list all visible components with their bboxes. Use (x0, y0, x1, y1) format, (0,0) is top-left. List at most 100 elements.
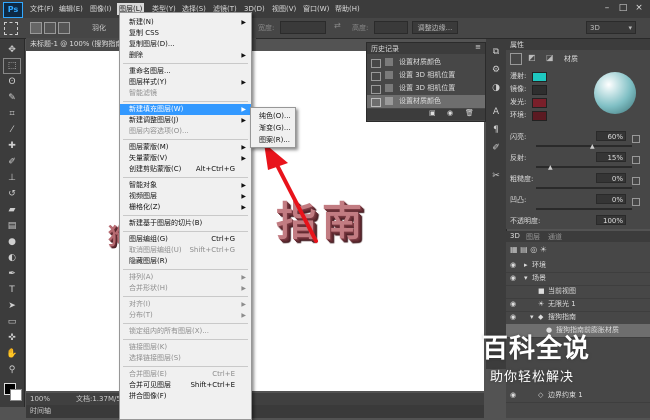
snapshot-checkbox-icon[interactable] (371, 98, 381, 107)
reflect-value[interactable]: 15% (596, 152, 626, 162)
slider-thumb-icon[interactable]: ▲ (590, 143, 595, 150)
layer-menu-item[interactable]: 智能对象 ▶ (120, 180, 251, 191)
fill-pattern-item[interactable]: 图案(R)... (251, 134, 295, 146)
specular-color-swatch[interactable] (532, 85, 547, 95)
camera-icon[interactable]: ◉ (447, 109, 453, 117)
timeline-label[interactable]: 时间轴 (30, 405, 51, 418)
menu-file[interactable]: 文件(F) (28, 3, 56, 15)
layer-menu-item[interactable]: 选择链接图层(S) (120, 353, 251, 364)
layer-menu-item[interactable]: 锁定组内的所有图层(X)... (120, 326, 251, 337)
layer-menu-item[interactable]: 栅格化(Z) ▶ (120, 202, 251, 213)
mesh-icon[interactable]: ◩ (528, 53, 538, 63)
texture-folder-icon[interactable] (632, 198, 640, 206)
menu-help[interactable]: 帮助(H) (333, 3, 362, 15)
layer-menu-item[interactable]: 重命名图层... (120, 66, 251, 77)
layer-menu-item[interactable]: 图层编组(G) Ctrl+G (120, 234, 251, 245)
healing-brush-tool-icon[interactable]: ✚ (4, 139, 20, 153)
eye-icon[interactable]: ◉ (510, 311, 516, 324)
properties-tab[interactable]: 属性 (510, 40, 524, 50)
paragraph-panel-icon[interactable]: ¶ (488, 123, 504, 137)
shine-slider[interactable] (536, 145, 632, 147)
layer-menu-item[interactable]: 拼合图像(F) (120, 391, 251, 402)
layer-menu-item[interactable]: 排列(A) ▶ (120, 272, 251, 283)
rect-marquee-tool-icon[interactable]: ⬚ (3, 58, 21, 74)
path-select-tool-icon[interactable]: ➤ (4, 299, 20, 313)
opacity-value[interactable]: 100% (596, 215, 626, 225)
ambient-color-swatch[interactable] (532, 111, 547, 121)
3d-item-current-view[interactable]: ■ 当前视图 (506, 285, 650, 299)
expand-icon[interactable]: ▾ (530, 311, 534, 324)
new-document-from-state-icon[interactable]: ▣ (429, 109, 436, 117)
menu-image[interactable]: 图像(I) (88, 3, 114, 15)
minimize-icon[interactable]: – (600, 2, 614, 15)
eye-icon[interactable]: ◉ (510, 259, 516, 272)
bump-value[interactable]: 0% (596, 194, 626, 204)
swap-icon[interactable]: ⇄ (334, 21, 341, 30)
snapshot-checkbox-icon[interactable] (371, 72, 381, 81)
brush-panel-icon[interactable]: ✐ (488, 141, 504, 155)
snapshot-checkbox-icon[interactable] (371, 85, 381, 94)
zoom-level[interactable]: 100% (30, 393, 50, 405)
menu-window[interactable]: 窗口(W) (301, 3, 331, 15)
dodge-tool-icon[interactable]: ◐ (4, 251, 20, 265)
material-preview-sphere[interactable] (594, 72, 636, 114)
clone-stamp-tool-icon[interactable]: ⊥ (4, 171, 20, 185)
brush-tool-icon[interactable]: ✐ (4, 155, 20, 169)
properties-panel-icon[interactable]: ⚙ (488, 63, 504, 77)
3d-item-environment[interactable]: ◉ ▸ 环境 (506, 259, 650, 273)
layer-menu-item[interactable]: 图层内容选项(O)... (120, 126, 251, 137)
snapshot-checkbox-icon[interactable] (371, 59, 381, 68)
layer-menu-item[interactable]: 新建基于图层的切片(B) (120, 218, 251, 229)
3d-filter-icons[interactable]: ▦ ▤ ◎ ☀ (510, 245, 547, 254)
layer-menu-item[interactable]: 隐藏图层(R) (120, 256, 251, 267)
blur-tool-icon[interactable]: ● (4, 235, 20, 249)
character-panel-icon[interactable]: A (488, 105, 504, 119)
history-item[interactable]: 设置材质颜色 (367, 56, 485, 69)
eyedropper-tool-icon[interactable]: ⁄ (4, 123, 20, 137)
3d-item-scene[interactable]: ◉ ▾ 场景 (506, 272, 650, 286)
menu-edit[interactable]: 编辑(E) (57, 3, 85, 15)
layer-menu-item[interactable]: 新建调整图层(J) ▶ (120, 115, 251, 126)
3d-item-infinite-light[interactable]: ◉ ☀ 无限光 1 (506, 298, 650, 312)
history-item[interactable]: 设置 3D 相机位置 (367, 69, 485, 82)
layer-menu-item[interactable]: 合并可见图层 Shift+Ctrl+E (120, 380, 251, 391)
eye-icon[interactable]: ◉ (510, 272, 516, 285)
history-item[interactable]: 设置 3D 相机位置 (367, 82, 485, 95)
layer-menu-item[interactable]: 分布(T) ▶ (120, 310, 251, 321)
layer-menu-item[interactable]: 复制 CSS (120, 28, 251, 39)
texture-folder-icon[interactable] (632, 177, 640, 185)
marquee-tool-icon[interactable] (4, 22, 18, 35)
layer-menu-item[interactable]: 视频图层 ▶ (120, 191, 251, 202)
history-title[interactable]: 历史记录 (371, 44, 399, 54)
fill-gradient-item[interactable]: 渐变(G)... (251, 122, 295, 134)
fill-solid-color-item[interactable]: 纯色(O)... (251, 110, 295, 122)
roughness-value[interactable]: 0% (596, 173, 626, 183)
height-input[interactable] (374, 21, 408, 34)
move-tool-icon[interactable]: ✥ (4, 43, 20, 57)
eraser-tool-icon[interactable]: ▰ (4, 203, 20, 217)
trash-icon[interactable]: 🗑 (465, 109, 474, 117)
layer-menu-item[interactable]: 删除 ▶ (120, 50, 251, 61)
layer-menu-item[interactable]: 图层样式(Y) ▶ (120, 77, 251, 88)
background-color-swatch[interactable] (10, 389, 22, 401)
eye-icon[interactable]: ◉ (510, 298, 516, 311)
crop-tool-icon[interactable]: ⌗ (4, 107, 20, 121)
layer-menu-item[interactable]: 复制图层(D)... (120, 39, 251, 50)
adjustments-panel-icon[interactable]: ◑ (488, 81, 504, 95)
panel-menu-icon[interactable]: ≡ (475, 43, 481, 51)
roughness-slider[interactable] (536, 187, 632, 189)
lasso-tool-icon[interactable]: ʘ (4, 75, 20, 89)
rectangle-tool-icon[interactable]: ▭ (4, 315, 20, 329)
subtract-selection-icon[interactable] (58, 22, 70, 34)
tab-layers[interactable]: 图层 (526, 232, 540, 242)
texture-folder-icon[interactable] (632, 156, 640, 164)
layer-menu-item[interactable]: 创建剪贴蒙版(C) Alt+Ctrl+G (120, 164, 251, 175)
layer-menu-item[interactable]: 合并形状(H) ▶ (120, 283, 251, 294)
3d-tool-icon[interactable]: ✜ (4, 331, 20, 345)
pen-tool-icon[interactable]: ✒ (4, 267, 20, 281)
layer-menu-item[interactable]: 图层蒙版(M) ▶ (120, 142, 251, 153)
menu-view[interactable]: 视图(V) (270, 3, 298, 15)
workspace-select[interactable]: 3D ▾ (586, 21, 636, 34)
hand-tool-icon[interactable]: ✋ (4, 347, 20, 361)
type-tool-icon[interactable]: T (4, 283, 20, 297)
